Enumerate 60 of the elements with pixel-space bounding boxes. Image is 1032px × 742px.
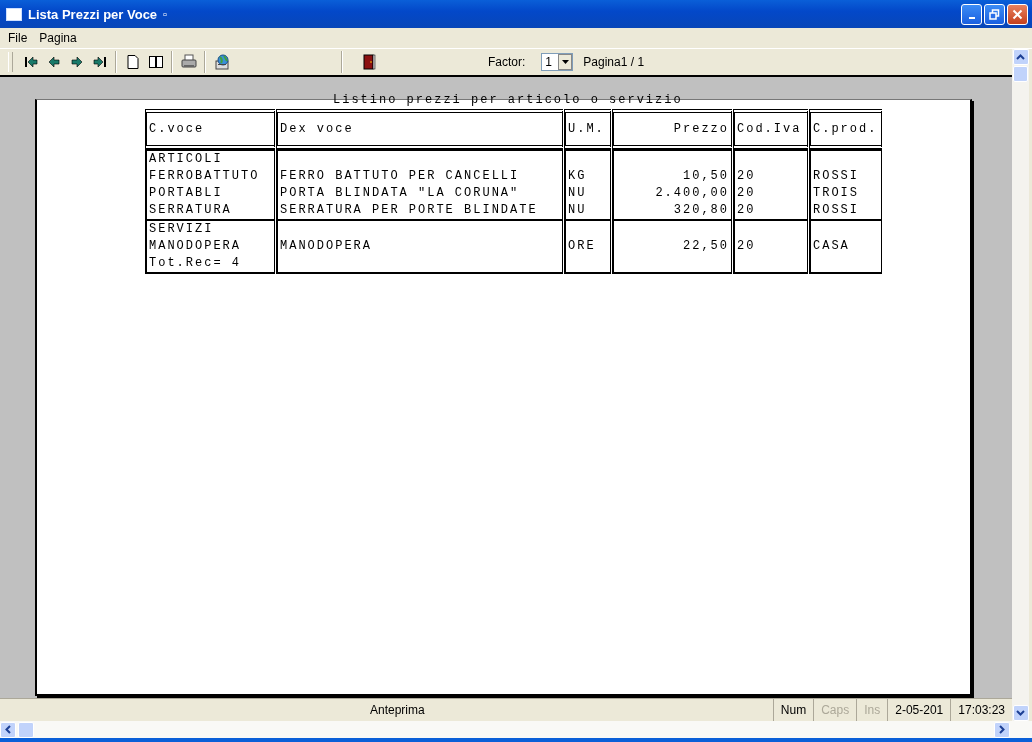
minimize-button[interactable] <box>961 3 982 25</box>
window-title: Lista Prezzi per Voce <box>28 6 158 22</box>
table-cell: CASA <box>813 239 850 253</box>
table-cell: SERRATURA <box>149 203 232 217</box>
column-header: Prezzo <box>612 109 732 149</box>
column-header: U.M. <box>564 109 611 149</box>
table-cell: ARTICOLI <box>149 152 223 166</box>
factor-dropdown[interactable]: 1 <box>541 53 574 71</box>
table-cell: 20 <box>737 169 756 183</box>
table-cell: NU <box>568 203 587 217</box>
table-cell: TROIS <box>813 186 859 200</box>
table-cell: MANODOPERA <box>149 239 241 253</box>
table-cell: 20 <box>737 186 756 200</box>
scroll-down-button[interactable] <box>1012 705 1029 721</box>
report-title: Listino prezzi per articolo o servizio <box>333 94 683 107</box>
table-cell: ROSSI <box>813 203 859 217</box>
table-cell: NU <box>568 186 587 200</box>
chevron-up-icon <box>1016 54 1025 60</box>
window-icon <box>6 7 22 21</box>
status-message: Anteprima <box>370 703 425 717</box>
menu-item[interactable]: Pagina <box>35 30 81 46</box>
restore-button[interactable] <box>984 3 1005 25</box>
table-cell: SERVIZI <box>149 222 214 236</box>
column-header: C.voce <box>145 109 275 149</box>
restore-icon <box>989 8 1000 20</box>
scroll-left-button[interactable] <box>0 721 16 738</box>
scroll-up-button[interactable] <box>1012 49 1029 65</box>
close-icon <box>1012 8 1023 20</box>
table-cell: PORTABLI <box>149 186 223 200</box>
minimize-icon <box>968 16 975 19</box>
title-mark: ▫ <box>163 8 167 20</box>
chevron-right-icon <box>999 725 1005 734</box>
menu-item[interactable]: File <box>4 30 32 46</box>
table-cell: 20 <box>737 239 756 253</box>
scroll-thumb[interactable] <box>18 721 34 738</box>
table-cell: Tot.Rec= 4 <box>149 256 241 270</box>
table-cell: ROSSI <box>813 169 859 183</box>
table-cell: KG <box>568 169 587 183</box>
table-cell: SERRATURA PER PORTE BLINDATE <box>280 203 538 217</box>
column-header: Cod.Iva <box>733 109 808 149</box>
column-header: C.prod. <box>809 109 882 149</box>
factor-label: Factor: <box>488 55 526 69</box>
column-header: Dex voce <box>276 109 563 149</box>
caret-icon <box>561 60 569 64</box>
close-button[interactable] <box>1007 3 1028 25</box>
table-cell: 20 <box>737 203 756 217</box>
table-cell: ORE <box>568 239 596 253</box>
chevron-down-icon <box>1016 710 1025 716</box>
table-cell: 22,50 <box>683 239 729 253</box>
table-cell: FERRO BATTUTO PER CANCELLI <box>280 169 520 183</box>
table-cell: 10,50 <box>683 169 729 183</box>
table-cell: 320,80 <box>673 203 729 217</box>
scroll-right-button[interactable] <box>994 721 1010 738</box>
table-cell: FERROBATTUTO <box>149 169 260 183</box>
table-cell: MANODOPERA <box>280 239 372 253</box>
chevron-left-icon <box>5 725 11 734</box>
table-cell: 2.400,00 <box>655 186 729 200</box>
table-cell: PORTA BLINDATA "LA CORUNA" <box>280 186 520 200</box>
page-info: Pagina1 / 1 <box>583 55 645 69</box>
scroll-thumb[interactable] <box>1013 66 1028 82</box>
